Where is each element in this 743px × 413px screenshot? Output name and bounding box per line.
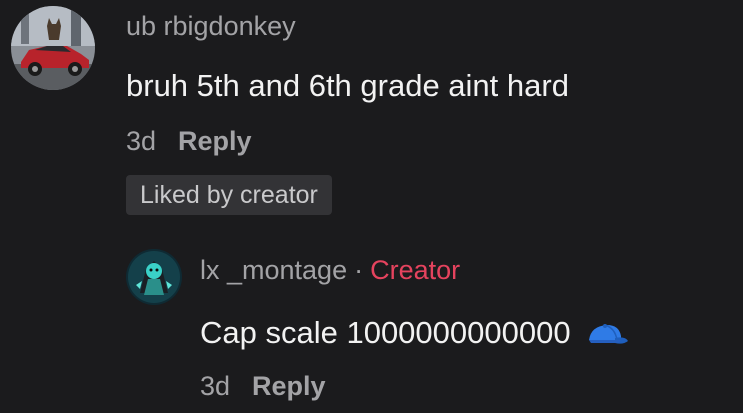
reply-time: 3d — [200, 371, 231, 401]
creator-label: Creator — [370, 255, 461, 285]
reply-text: Cap scale 1000000000000 — [200, 315, 571, 350]
liked-by-creator-badge: Liked by creator — [126, 175, 332, 215]
comment-thread: ub rbigdonkey bruh 5th and 6th grade ain… — [0, 0, 743, 413]
comment-meta: 3d Reply — [126, 126, 252, 157]
blue-cap-icon — [585, 320, 629, 346]
comment-text: bruh 5th and 6th grade aint hard — [126, 68, 569, 103]
commenter-avatar[interactable] — [11, 6, 95, 90]
reply-meta: 3d Reply — [200, 371, 326, 402]
reply-to-reply-button[interactable]: Reply — [252, 371, 326, 402]
separator-dot: · — [354, 255, 364, 285]
replier-header: lx _montage · Creator — [200, 255, 460, 286]
car-avatar-icon — [11, 6, 95, 90]
commenter-username[interactable]: ub rbigdonkey — [126, 11, 296, 42]
replier-avatar[interactable] — [126, 249, 182, 305]
replier-username[interactable]: lx _montage — [200, 255, 347, 286]
reply-button[interactable]: Reply — [178, 126, 252, 157]
comment-time: 3d — [126, 126, 157, 156]
reply-text-row: Cap scale 1000000000000 — [200, 315, 629, 351]
character-avatar-icon — [126, 249, 182, 305]
